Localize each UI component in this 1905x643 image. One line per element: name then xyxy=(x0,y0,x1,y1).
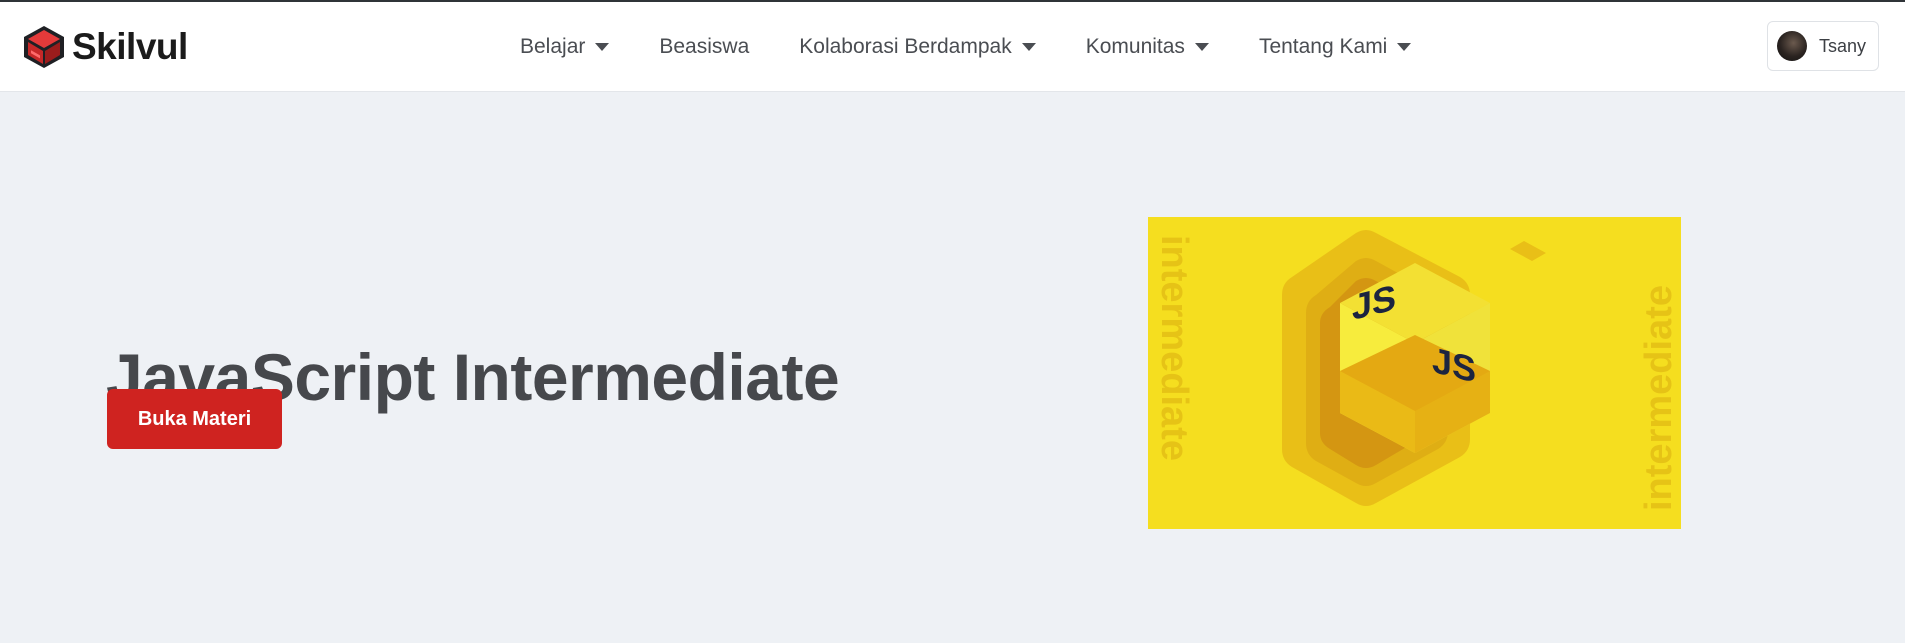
nav-item-belajar[interactable]: Belajar xyxy=(520,34,610,59)
nav-item-label: Belajar xyxy=(520,34,586,58)
caret-down-icon xyxy=(595,42,610,51)
nav-item-label: Tentang Kami xyxy=(1258,34,1388,58)
nav-item-tentang-kami[interactable]: Tentang Kami xyxy=(1258,34,1412,59)
nav-item-beasiswa[interactable]: Beasiswa xyxy=(659,35,749,59)
caret-down-icon xyxy=(1021,42,1036,51)
banner-side-text-right: intermediate xyxy=(1638,285,1680,511)
user-name: Tsany xyxy=(1819,35,1867,56)
brand-name: Skilvul xyxy=(72,26,188,67)
avatar xyxy=(1777,31,1807,61)
nav-item-kolaborasi-berdampak[interactable]: Kolaborasi Berdampak xyxy=(799,34,1036,59)
nav-item-label: Kolaborasi Berdampak xyxy=(799,34,1012,58)
banner-side-text-left: intermediate xyxy=(1153,235,1195,461)
nav-item-komunitas[interactable]: Komunitas xyxy=(1086,35,1209,59)
user-menu-button[interactable]: Tsany xyxy=(1767,21,1879,71)
main-nav: Belajar Beasiswa Kolaborasi Berdampak Ko… xyxy=(520,2,1461,91)
nav-item-label: Komunitas xyxy=(1085,34,1185,58)
nav-item-label: Beasiswa xyxy=(659,34,750,58)
skilvul-cube-icon xyxy=(24,26,64,68)
caret-down-icon xyxy=(1397,42,1412,51)
caret-down-icon xyxy=(1194,42,1209,51)
open-material-button[interactable]: Buka Materi xyxy=(107,389,282,449)
course-banner-image: intermediate intermediate JS JS xyxy=(1148,217,1681,529)
navbar: Skilvul Belajar Beasiswa Kolaborasi Berd… xyxy=(0,2,1905,92)
brand-logo[interactable]: Skilvul xyxy=(22,24,188,70)
